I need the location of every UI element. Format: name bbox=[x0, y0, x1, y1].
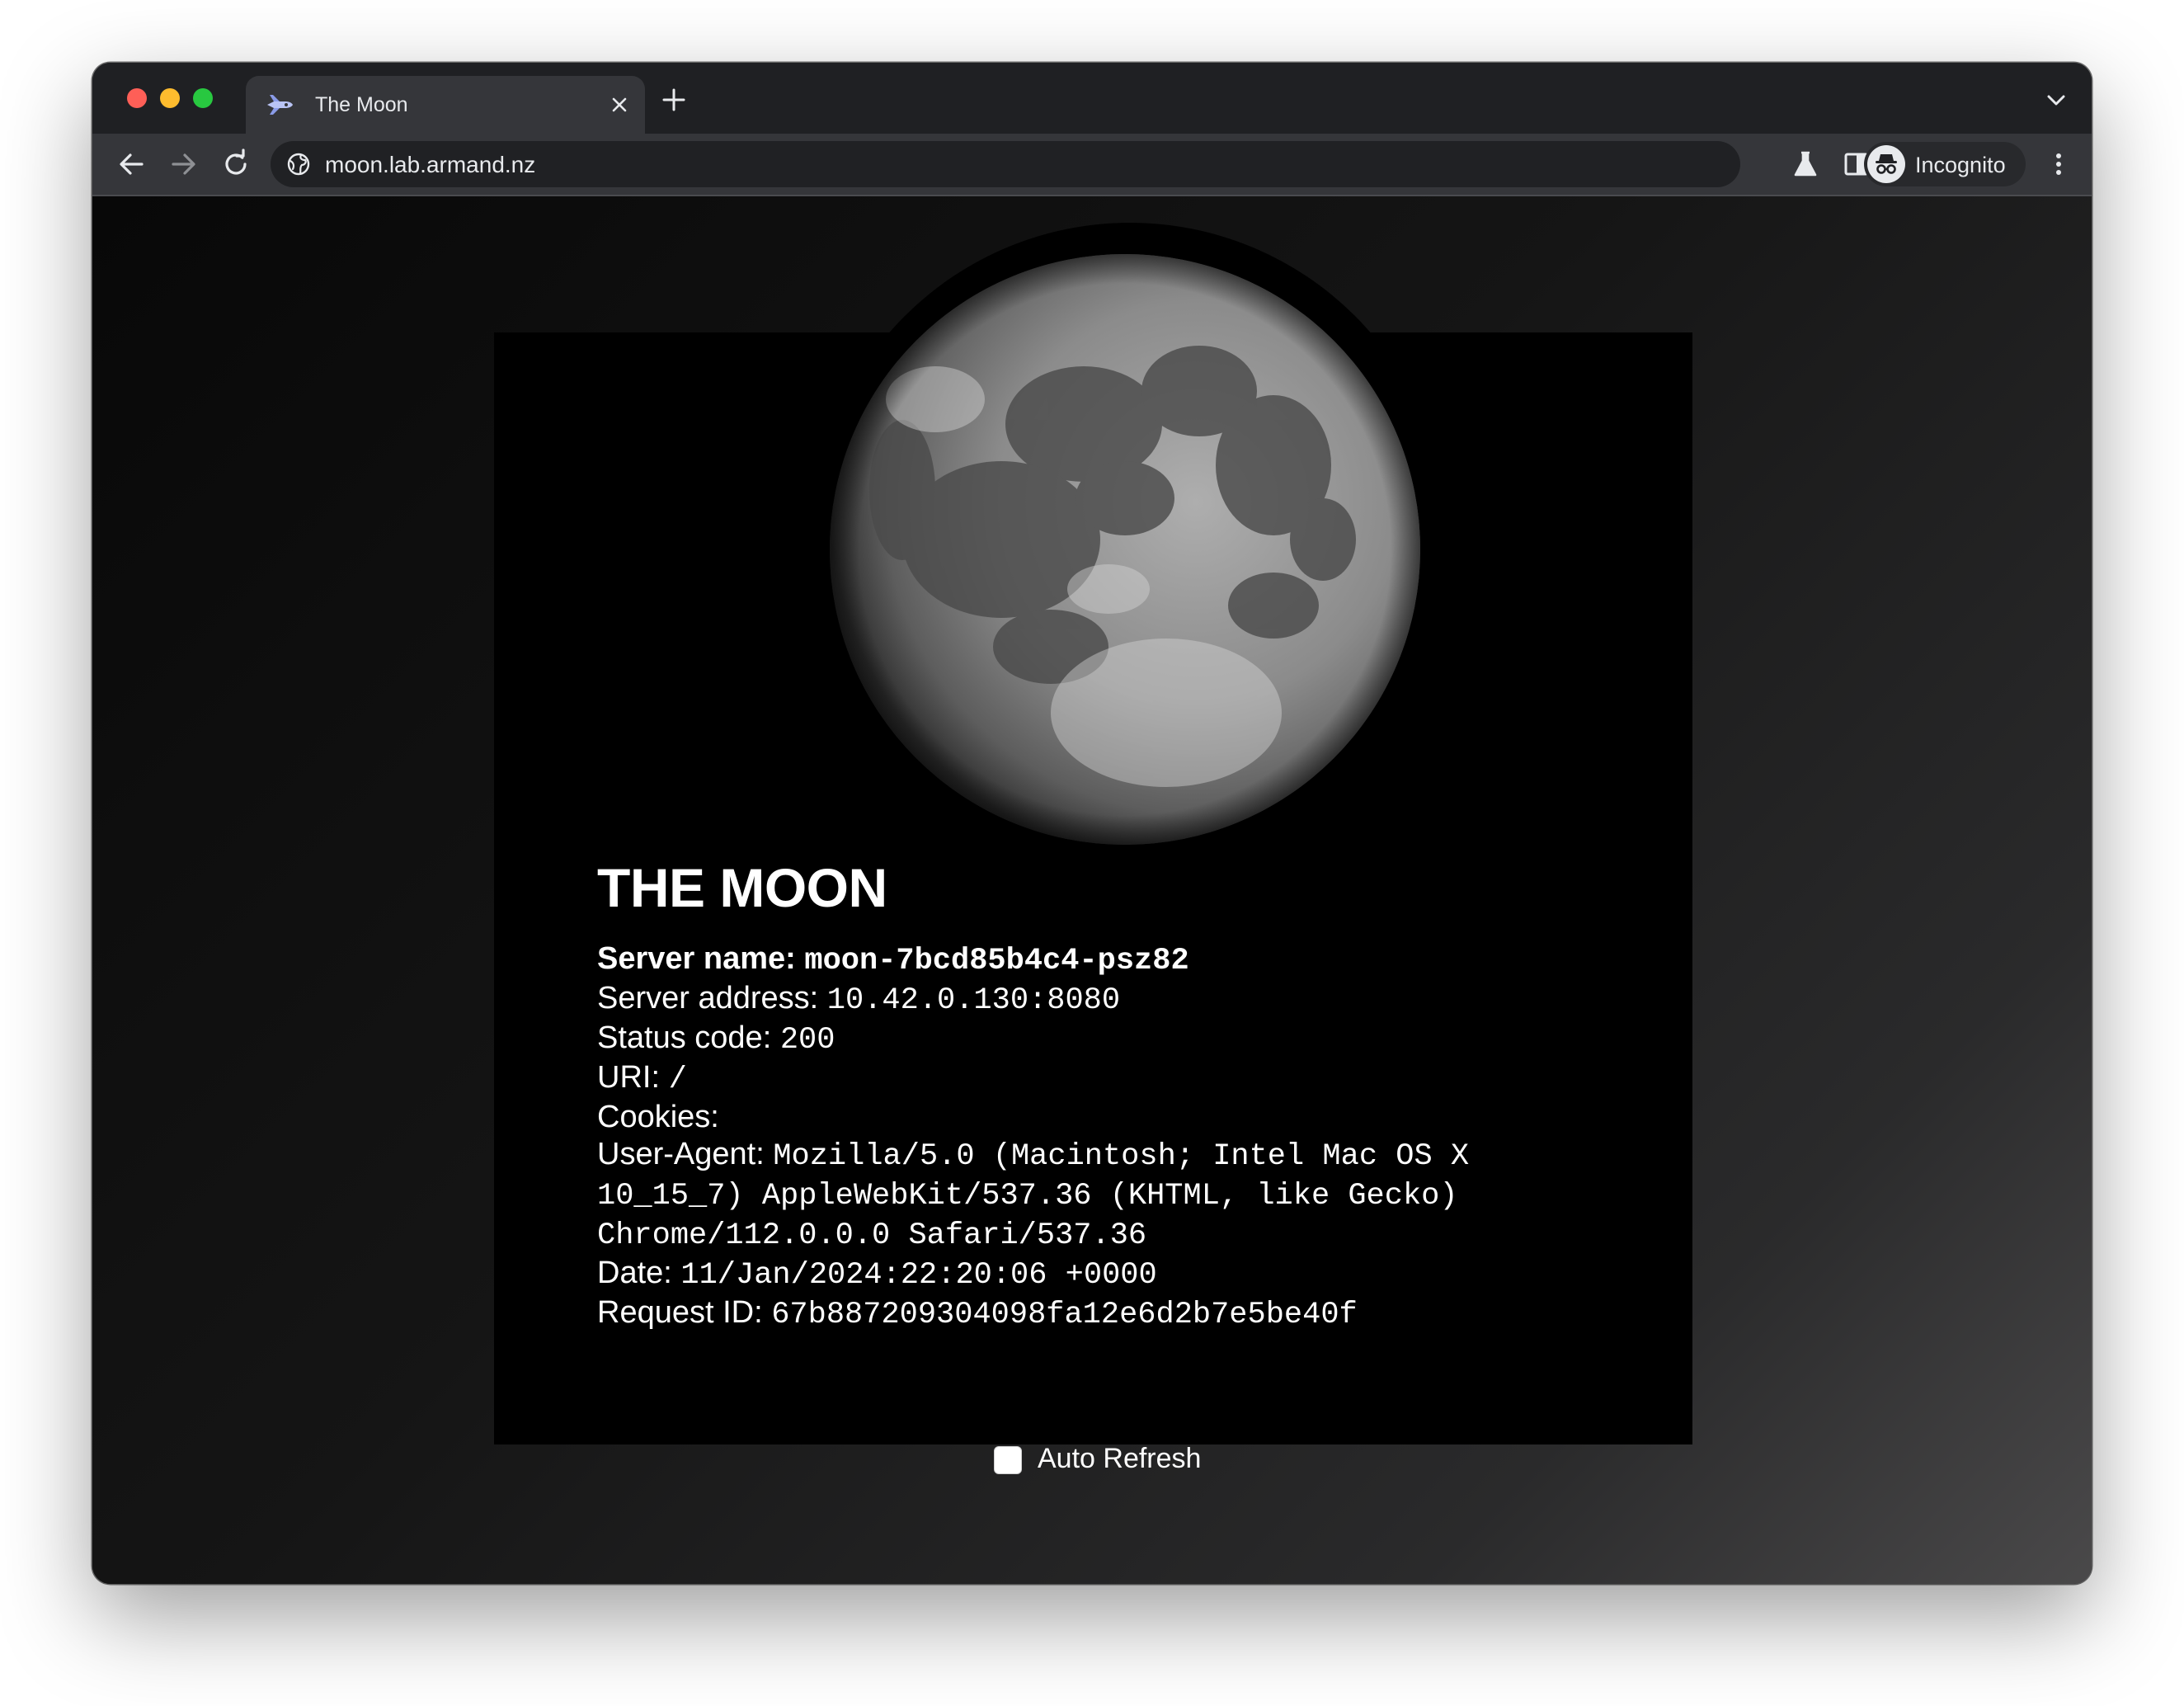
incognito-avatar bbox=[1867, 145, 1905, 183]
incognito-profile-button[interactable]: Incognito bbox=[1864, 142, 2026, 186]
close-icon[interactable] bbox=[609, 94, 630, 115]
address-bar[interactable]: moon.lab.armand.nz bbox=[271, 141, 1740, 187]
flask-icon[interactable] bbox=[1790, 148, 1821, 180]
request-id-label: Request ID: bbox=[597, 1295, 763, 1330]
cookies-row: Cookies: bbox=[597, 1099, 1570, 1136]
tab-the-moon[interactable]: The Moon bbox=[246, 76, 645, 134]
server-name-value: moon-7bcd85b4c4-psz82 bbox=[804, 944, 1189, 978]
request-id-value: 67b887209304098fa12e6d2b7e5be40f bbox=[771, 1298, 1358, 1332]
window-minimize-button[interactable] bbox=[160, 88, 180, 108]
globe-icon[interactable] bbox=[287, 153, 310, 176]
user-agent-value-line3: Chrome/112.0.0.0 Safari/537.36 bbox=[597, 1218, 1147, 1253]
kebab-menu-icon[interactable] bbox=[2050, 148, 2067, 180]
auto-refresh-label[interactable]: Auto Refresh bbox=[1038, 1442, 1201, 1475]
status-code-row: Status code: 200 bbox=[597, 1020, 1570, 1059]
browser-window: The Moon moon.lab.armand.nz Incognito TH… bbox=[92, 63, 2092, 1584]
server-info: THE MOON Server name: moon-7bcd85b4c4-ps… bbox=[597, 856, 1570, 1334]
server-address-label: Server address: bbox=[597, 981, 819, 1016]
page-title: THE MOON bbox=[597, 857, 887, 918]
server-address-value: 10.42.0.130:8080 bbox=[826, 983, 1121, 1018]
incognito-label: Incognito bbox=[1915, 153, 2006, 177]
incognito-icon bbox=[1876, 154, 1897, 174]
request-id-row: Request ID: 67b887209304098fa12e6d2b7e5b… bbox=[597, 1294, 1570, 1334]
date-value: 11/Jan/2024:22:20:06 +0000 bbox=[680, 1258, 1157, 1293]
toolbar: moon.lab.armand.nz Incognito bbox=[92, 134, 2092, 196]
date-row: Date: 11/Jan/2024:22:20:06 +0000 bbox=[597, 1255, 1570, 1294]
uri-value: / bbox=[668, 1063, 687, 1097]
uri-label: URI: bbox=[597, 1060, 660, 1095]
url-text[interactable]: moon.lab.armand.nz bbox=[325, 152, 535, 178]
user-agent-value-line1: Mozilla/5.0 (Macintosh; Intel Mac OS X bbox=[773, 1139, 1470, 1174]
date-label: Date: bbox=[597, 1256, 672, 1290]
chevron-down-icon[interactable] bbox=[2045, 91, 2067, 109]
server-name-row: Server name: moon-7bcd85b4c4-psz82 bbox=[597, 940, 1570, 980]
page-viewport: THE MOON Server name: moon-7bcd85b4c4-ps… bbox=[92, 196, 2092, 1584]
server-name-label: Server name: bbox=[597, 941, 796, 976]
server-address-row: Server address: 10.42.0.130:8080 bbox=[597, 980, 1570, 1020]
back-arrow-icon[interactable] bbox=[115, 148, 147, 180]
uri-row: URI: / bbox=[597, 1059, 1570, 1099]
moon-image bbox=[812, 223, 1448, 855]
rocket-icon bbox=[267, 95, 293, 115]
status-code-value: 200 bbox=[779, 1023, 835, 1058]
forward-arrow-icon[interactable] bbox=[168, 148, 200, 180]
window-maximize-button[interactable] bbox=[193, 88, 213, 108]
tab-strip: The Moon bbox=[92, 63, 2092, 134]
cookies-label: Cookies: bbox=[597, 1100, 719, 1134]
plus-icon[interactable] bbox=[661, 87, 686, 112]
user-agent-value-line2: 10_15_7) AppleWebKit/537.36 (KHTML, like… bbox=[597, 1179, 1458, 1214]
window-close-button[interactable] bbox=[127, 88, 147, 108]
user-agent-row: User-Agent: Mozilla/5.0 (Macintosh; Inte… bbox=[597, 1136, 1570, 1255]
status-code-label: Status code: bbox=[597, 1020, 772, 1055]
user-agent-label: User-Agent: bbox=[597, 1137, 765, 1171]
reload-icon[interactable] bbox=[220, 148, 252, 180]
auto-refresh-checkbox[interactable] bbox=[994, 1446, 1022, 1474]
tab-title: The Moon bbox=[315, 93, 408, 116]
